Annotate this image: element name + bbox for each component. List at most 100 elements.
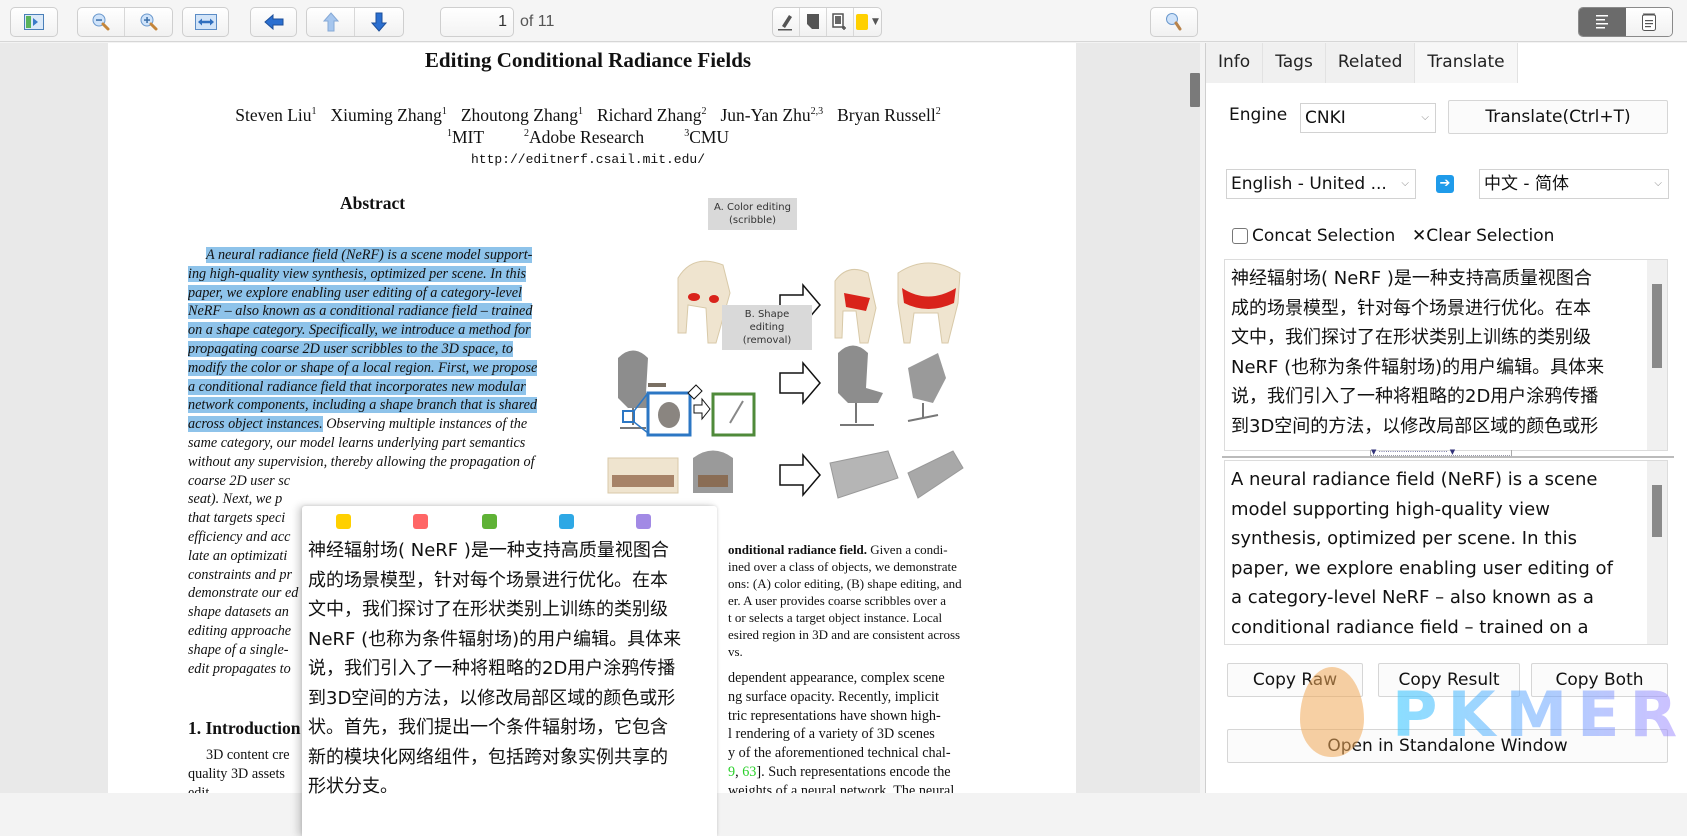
page-number-input[interactable]: 1 [440, 7, 514, 37]
source-line: model supporting high-quality view [1231, 498, 1550, 520]
result-scrollbar[interactable] [1647, 260, 1667, 450]
author-affiliation-marker: 1 [577, 106, 583, 118]
highlighted-text[interactable]: modify the color or shape of a local reg… [188, 359, 538, 376]
engine-select[interactable]: CNKI ⌵ [1300, 103, 1436, 133]
figure-label-b: B. Shape editing (removal) [722, 305, 812, 350]
zoom-out-button[interactable] [78, 8, 125, 36]
abstract-line: network components, including a shape br… [188, 396, 573, 415]
body-line: weights of a neural network. The neural [728, 782, 955, 793]
fit-width-icon [194, 14, 217, 30]
target-language-select[interactable]: 中文 - 简体 ⌵ [1479, 169, 1669, 199]
affiliation: 1MIT [446, 127, 485, 147]
result-line: 成的场景模型，针对每个场景进行优化。在本 [1231, 297, 1591, 319]
arrow-down-icon [371, 12, 387, 32]
highlighted-text[interactable]: on a shape category. Specifically, we in… [188, 322, 531, 339]
selection-popup: 神经辐射场( NeRF )是一种支持高质量视图合 成的场景模型，针对每个场景进行优… [302, 506, 717, 836]
arrow-right-icon[interactable]: ➔ [1436, 175, 1454, 193]
document-scrollbar[interactable] [1190, 73, 1200, 107]
tab-related[interactable]: Related [1326, 43, 1416, 83]
highlighted-text[interactable]: A neural radiance field (NeRF) is a scen… [206, 247, 533, 263]
bench-original [607, 457, 679, 494]
source-language-value: English - United ... [1231, 174, 1387, 194]
citation-link[interactable]: 63 [742, 764, 756, 780]
view-notes-button[interactable] [1625, 8, 1672, 36]
paper-url[interactable]: http://editnerf.csail.mit.edu/ [108, 152, 1068, 167]
highlighted-text[interactable]: propagating coarse 2D user scribbles to … [188, 340, 513, 357]
highlight-swatch-purple[interactable] [636, 514, 651, 529]
result-line: 到3D空间的方法，以修改局部区域的颜色或形 [1231, 415, 1599, 437]
highlighted-text[interactable]: across object instances. [188, 416, 323, 433]
search-button[interactable] [1150, 7, 1198, 37]
highlighted-text[interactable]: ing high-quality view synthesis, optimiz… [188, 265, 527, 282]
highlighted-text[interactable]: paper, we explore enabling user editing … [188, 284, 522, 301]
view-toggle [1578, 7, 1673, 37]
toggle-sidebar-button[interactable] [10, 7, 58, 37]
caption-text: Given a condi- [867, 542, 948, 557]
sidebar-toggle-icon [24, 14, 44, 30]
note-button[interactable] [800, 8, 827, 36]
highlighted-text[interactable]: NeRF – also known as a conditional radia… [188, 303, 533, 320]
caption-line: esired region in 3D and are consistent a… [728, 626, 1076, 643]
zoom-in-button[interactable] [125, 8, 172, 36]
next-page-button[interactable] [355, 8, 403, 36]
source-scrollbar[interactable] [1647, 461, 1667, 644]
tab-tags[interactable]: Tags [1263, 43, 1326, 83]
author-affiliation-marker: 2,3 [810, 106, 824, 118]
paper-title: Editing Conditional Radiance Fields [424, 48, 752, 72]
abstract-line: paper, we explore enabling user editing … [188, 284, 573, 303]
fit-width-button[interactable] [182, 7, 229, 37]
translation-line: 形状分支。 [308, 776, 398, 797]
highlight-swatch-green[interactable] [482, 514, 497, 529]
arrow-up-icon [322, 12, 339, 32]
highlight-swatch-blue[interactable] [559, 514, 574, 529]
clear-selection-button[interactable]: ✕Clear Selection [1412, 226, 1554, 246]
highlighted-text[interactable]: a conditional radiance field that incorp… [188, 378, 526, 395]
source-scrollbar-thumb[interactable] [1652, 485, 1662, 537]
copy-result-button[interactable]: Copy Result [1378, 663, 1520, 697]
bench-edited-2 [907, 450, 964, 499]
author-affiliation-marker: 1 [311, 106, 317, 118]
figure-caption: onditional radiance field. Given a condi… [728, 541, 1076, 660]
author-affiliation-marker: 2 [701, 106, 707, 118]
document-viewer[interactable]: Editing Conditional Radiance Fields Stev… [0, 43, 1200, 836]
chevron-down-icon: ⌵ [1421, 112, 1429, 123]
result-scrollbar-thumb[interactable] [1652, 284, 1662, 368]
open-standalone-window-button[interactable]: Open in Standalone Window [1227, 729, 1668, 763]
previous-page-button[interactable] [307, 8, 355, 36]
source-language-select[interactable]: English - United ... ⌵ [1226, 169, 1416, 199]
view-annotations-button[interactable] [1579, 8, 1626, 36]
citation-link[interactable]: 9 [728, 764, 735, 780]
tab-translate[interactable]: Translate [1415, 43, 1518, 83]
author-name: Steven Liu1 [235, 105, 317, 125]
copy-both-button[interactable]: Copy Both [1531, 663, 1668, 697]
tab-info[interactable]: Info [1206, 43, 1264, 83]
splitter-grip[interactable]: ▼ ······························· ▼ [1370, 449, 1512, 456]
area-select-button[interactable] [827, 8, 854, 36]
highlight-swatch-yellow[interactable] [336, 514, 351, 529]
author-name: Xiuming Zhang1 [330, 105, 447, 125]
copy-raw-button[interactable]: Copy Raw [1227, 663, 1363, 697]
source-line: paper, we explore enabling user editing … [1231, 557, 1613, 579]
highlight-swatch-red[interactable] [413, 514, 428, 529]
pane-splitter[interactable]: ▼ ······························· ▼ [1222, 449, 1674, 458]
highlighted-text[interactable]: network components, including a shape br… [188, 397, 538, 414]
item-pane-tabs: Info Tags Related Translate [1206, 43, 1518, 83]
color-picker-button[interactable]: ▼ [854, 8, 881, 36]
abstract-line: across object instances. Observing multi… [188, 415, 573, 434]
translate-button[interactable]: Translate(Ctrl+T) [1448, 100, 1668, 134]
back-button[interactable] [250, 7, 297, 37]
concat-selection-checkbox[interactable] [1232, 228, 1248, 244]
translation-result-text: 神经辐射场( NeRF )是一种支持高质量视图合 成的场景模型，针对每个场景进行优… [1231, 264, 1641, 441]
arrow-right-icon [779, 360, 821, 406]
annotation-tools-group: ▼ [772, 7, 882, 37]
translation-result-textbox[interactable]: 神经辐射场( NeRF )是一种支持高质量视图合 成的场景模型，针对每个场景进行优… [1224, 259, 1668, 451]
color-swatch-icon [856, 14, 869, 30]
source-text-textbox[interactable]: A neural radiance field (NeRF) is a scen… [1224, 460, 1668, 645]
caption-line: ons: (A) color editing, (B) shape editin… [728, 575, 1076, 592]
abstract-line: a conditional radiance field that incorp… [188, 378, 573, 397]
area-select-icon [832, 13, 846, 30]
engine-label: Engine [1229, 105, 1288, 125]
highlight-button[interactable] [773, 8, 800, 36]
concat-selection-label[interactable]: Concat Selection [1252, 226, 1395, 246]
figure-label-a: A. Color editing (scribble) [708, 198, 797, 230]
